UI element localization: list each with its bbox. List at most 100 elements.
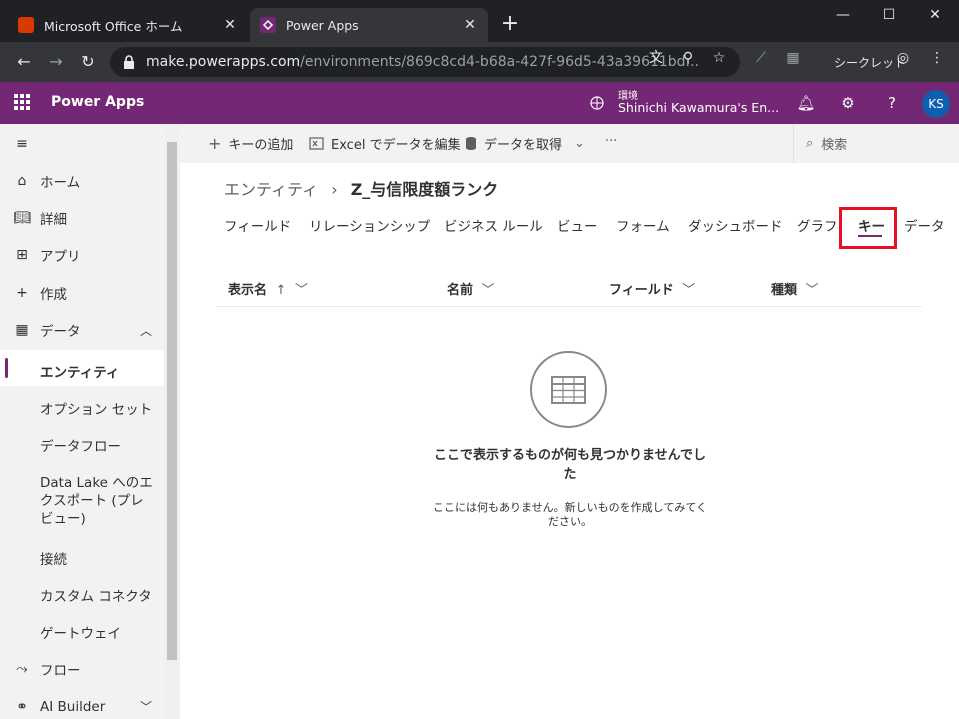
flow-icon: ⤳ bbox=[16, 661, 28, 677]
forward-button[interactable]: → bbox=[44, 50, 68, 74]
gear-icon[interactable]: ⚙ bbox=[838, 93, 858, 113]
zoom-icon[interactable]: ⚲ bbox=[679, 49, 697, 67]
tab-fields[interactable]: フィールド bbox=[224, 215, 291, 235]
back-button[interactable]: ← bbox=[12, 50, 36, 74]
empty-state-title: ここで表示するものが何も見つかりませんでした bbox=[434, 448, 706, 482]
column-label: 表示名 bbox=[228, 283, 268, 298]
sidebar-item-learn[interactable]: 📖︎ 詳細 bbox=[0, 200, 164, 236]
environment-name[interactable]: Shinichi Kawamura's En... bbox=[618, 100, 779, 115]
table-icon bbox=[551, 376, 586, 404]
close-icon[interactable]: ✕ bbox=[222, 17, 238, 33]
help-icon[interactable]: ? bbox=[882, 93, 902, 113]
sidebar-item-home[interactable]: ⌂ ホーム bbox=[0, 163, 164, 199]
tab-dashboards[interactable]: ダッシュボード bbox=[688, 215, 783, 235]
lock-icon bbox=[124, 55, 134, 69]
hamburger-button[interactable]: ≡ bbox=[0, 126, 164, 162]
column-display-name[interactable]: 表示名 ↑ ﹀ bbox=[228, 279, 308, 298]
column-label: フィールド bbox=[609, 283, 674, 298]
sidebar-item-dataflows[interactable]: データフロー bbox=[40, 435, 121, 455]
app-name[interactable]: Power Apps bbox=[51, 94, 144, 110]
tab-title: Microsoft Office ホーム bbox=[44, 18, 183, 34]
more-menu-icon[interactable]: ⋮ bbox=[928, 49, 946, 67]
sidebar-item-create[interactable]: + 作成 bbox=[0, 275, 164, 311]
tab-data[interactable]: データ bbox=[904, 215, 945, 235]
sidebar-item-apps[interactable]: ⊞ アプリ bbox=[0, 237, 164, 273]
sidebar-item-data-lake-export[interactable]: Data Lake へのエクスポート (プレビュー) bbox=[40, 474, 154, 528]
column-label: 名前 bbox=[447, 283, 474, 298]
chevron-down-icon: ﹀ bbox=[294, 283, 308, 298]
waffle-icon[interactable] bbox=[14, 94, 30, 110]
extension-puzzle-icon[interactable]: ▦ bbox=[784, 49, 802, 67]
sidebar-item-connections[interactable]: 接続 bbox=[40, 548, 67, 568]
ai-builder-icon: ⚭ bbox=[16, 699, 28, 715]
browser-toolbar: ← → ↻ make.powerapps.com/environments/86… bbox=[0, 42, 959, 82]
chevron-down-icon: ﹀ bbox=[805, 283, 819, 298]
sidebar-item-label: フロー bbox=[40, 663, 81, 679]
tab-business-rules[interactable]: ビジネス ルール bbox=[444, 215, 543, 235]
translate-icon[interactable]: 文 bbox=[647, 49, 665, 67]
search-icon: ⌕ bbox=[806, 136, 814, 151]
avatar[interactable]: KS bbox=[922, 90, 950, 118]
book-icon: 📖︎ bbox=[13, 210, 31, 226]
browser-tab-powerapps[interactable]: Power Apps ✕ bbox=[250, 8, 488, 42]
browser-tabstrip: Microsoft Office ホーム ✕ Power Apps ✕ + — … bbox=[0, 0, 959, 42]
sidebar-item-entities[interactable]: エンティティ bbox=[40, 361, 119, 381]
app-header: Power Apps 環境 Shinichi Kawamura's En... … bbox=[0, 82, 959, 124]
breadcrumb-entities-link[interactable]: エンティティ bbox=[224, 180, 318, 199]
grid-header: 表示名 ↑ ﹀ 名前 ﹀ フィールド ﹀ 種類 ﹀ bbox=[216, 270, 922, 307]
add-key-button[interactable]: + キーの追加 bbox=[208, 134, 293, 153]
chevron-down-icon: ﹀ bbox=[481, 283, 495, 298]
chevron-up-icon[interactable]: ︿ bbox=[140, 322, 152, 339]
sidebar-item-flows[interactable]: ⤳ フロー bbox=[0, 651, 164, 687]
sidebar-item-gateways[interactable]: ゲートウェイ bbox=[40, 622, 121, 642]
sidebar-item-label: データ bbox=[40, 324, 81, 340]
sort-ascending-icon: ↑ bbox=[275, 283, 287, 298]
extension-icon[interactable]: ⟋ bbox=[752, 49, 770, 67]
bookmark-star-icon[interactable]: ☆ bbox=[710, 49, 728, 67]
excel-icon bbox=[309, 137, 324, 150]
empty-state-message: ここには何もありません。新しいものを作成してみてください。 bbox=[432, 501, 707, 528]
plus-icon: + bbox=[16, 285, 28, 301]
home-icon: ⌂ bbox=[17, 173, 27, 189]
maximize-button[interactable]: ☐ bbox=[866, 0, 912, 32]
new-tab-button[interactable]: + bbox=[498, 13, 522, 37]
tab-charts[interactable]: グラフ bbox=[797, 215, 838, 235]
column-label: 種類 bbox=[771, 283, 798, 298]
chevron-down-icon[interactable]: ⌄ bbox=[574, 136, 585, 151]
reload-button[interactable]: ↻ bbox=[76, 50, 100, 74]
empty-table-icon bbox=[530, 351, 607, 428]
get-data-button[interactable]: データを取得 ⌄ bbox=[465, 134, 585, 153]
chevron-down-icon[interactable]: ﹀ bbox=[140, 698, 152, 715]
minimize-button[interactable]: — bbox=[820, 0, 866, 32]
column-fields[interactable]: フィールド ﹀ bbox=[609, 279, 695, 298]
tab-relationships[interactable]: リレーションシップ bbox=[309, 215, 430, 235]
search-placeholder: 検索 bbox=[821, 138, 848, 153]
window-close-button[interactable]: ✕ bbox=[912, 0, 958, 32]
edit-in-excel-label: Excel でデータを編集 bbox=[331, 138, 461, 153]
close-icon[interactable]: ✕ bbox=[462, 17, 478, 33]
sidebar-item-label: アプリ bbox=[40, 249, 81, 265]
tab-forms[interactable]: フォーム bbox=[616, 215, 670, 235]
sidebar-item-label: 作成 bbox=[40, 287, 67, 303]
incognito-icon[interactable]: ◎ bbox=[894, 49, 912, 67]
edit-in-excel-button[interactable]: Excel でデータを編集 bbox=[309, 134, 461, 153]
chevron-down-icon: ﹀ bbox=[682, 283, 696, 298]
search-input[interactable]: ⌕ 検索 bbox=[793, 124, 959, 163]
database-icon bbox=[466, 137, 476, 150]
bell-icon[interactable]: 🔔︎ bbox=[796, 93, 816, 113]
plus-icon: + bbox=[208, 134, 222, 153]
url-text: make.powerapps.com/environments/869c8cd4… bbox=[146, 54, 699, 70]
browser-tab-office[interactable]: Microsoft Office ホーム ✕ bbox=[8, 8, 248, 42]
more-commands-button[interactable]: ··· bbox=[605, 134, 617, 149]
sidebar-item-option-sets[interactable]: オプション セット bbox=[40, 398, 152, 418]
powerapps-icon bbox=[260, 17, 276, 33]
sidebar-item-custom-connectors[interactable]: カスタム コネクタ bbox=[40, 585, 152, 605]
breadcrumb: エンティティ › Z_与信限度額ランク bbox=[224, 176, 498, 200]
scrollbar-thumb[interactable] bbox=[167, 142, 177, 660]
hamburger-icon: ≡ bbox=[16, 136, 28, 152]
address-bar[interactable]: make.powerapps.com/environments/869c8cd4… bbox=[110, 47, 740, 77]
tab-views[interactable]: ビュー bbox=[557, 215, 598, 235]
highlight-annotation bbox=[839, 207, 897, 249]
column-type[interactable]: 種類 ﹀ bbox=[771, 279, 819, 298]
column-name[interactable]: 名前 ﹀ bbox=[447, 279, 495, 298]
